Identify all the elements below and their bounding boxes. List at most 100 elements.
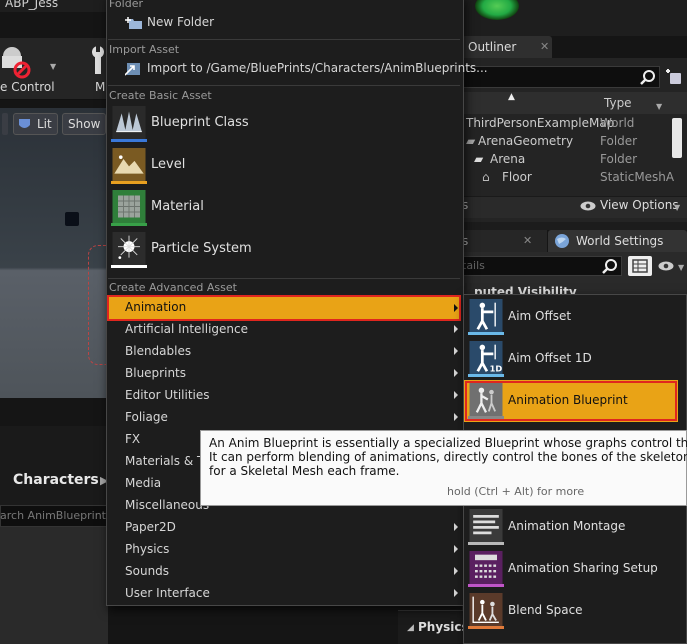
foliage-menu-item[interactable]: Foliage (108, 407, 460, 429)
folder-icon: ▰ (466, 134, 476, 148)
outliner-row-type: StaticMeshA (600, 170, 675, 184)
physics-menu-item[interactable]: Physics (108, 539, 460, 561)
material-menu-item[interactable]: Material (108, 188, 460, 230)
particle-system-label: Particle System (151, 241, 252, 256)
outliner-column-header (462, 92, 687, 114)
paper2d-menu-item[interactable]: Paper2D (108, 517, 460, 539)
animation-montage-icon (468, 509, 504, 545)
tooltip-description: An Anim Blueprint is essentially a speci… (209, 436, 687, 478)
physics-label: Physics (125, 542, 170, 556)
animation-label: Animation (125, 300, 187, 314)
blueprint-class-label: Blueprint Class (151, 115, 249, 130)
new-folder-menu-item[interactable]: New Folder (108, 12, 460, 34)
content-browser-path-item[interactable]: Characters (13, 472, 99, 488)
animation-menu-item[interactable]: Animation (107, 295, 461, 321)
blendables-label: Blendables (125, 344, 192, 358)
particle-system-menu-item[interactable]: Particle System (108, 230, 460, 272)
details-search-input[interactable] (462, 256, 622, 276)
outliner-search-input[interactable] (462, 66, 660, 88)
outliner-row[interactable]: ▰ Arena Folder (462, 151, 672, 169)
chevron-right-icon (454, 413, 458, 421)
property-matrix-icon[interactable] (628, 256, 652, 276)
blueprint-class-icon (111, 106, 147, 142)
outliner-tab-label: Outliner (468, 40, 517, 54)
sounds-menu-item[interactable]: Sounds (108, 561, 460, 583)
import-item-label: Import to /Game/BluePrints/Characters/An… (147, 61, 488, 75)
sort-ascending-icon[interactable]: ▲ (508, 92, 515, 102)
blendables-menu-item[interactable]: Blendables (108, 341, 460, 363)
aim-offset-1d-menu-item[interactable]: 1D Aim Offset 1D (464, 338, 686, 380)
search-icon[interactable] (602, 258, 618, 274)
chevron-right-icon (454, 589, 458, 597)
chevron-down-icon[interactable]: ▼ (674, 203, 680, 212)
animation-blueprint-label: Animation Blueprint (508, 393, 628, 407)
chevron-right-icon (454, 545, 458, 553)
outliner-row-type: World (600, 116, 635, 130)
outliner-type-column[interactable]: Type (604, 96, 632, 110)
aim-offset-menu-item[interactable]: Aim Offset (464, 296, 686, 338)
viewport-show-label: Show (68, 117, 101, 131)
blend-space-label: Blend Space (508, 603, 583, 617)
outliner-row-name: ThirdPersonExampleMap (466, 116, 615, 130)
svg-text:1D: 1D (490, 363, 503, 373)
import-icon (125, 63, 140, 76)
sounds-label: Sounds (125, 564, 170, 578)
menu-section-import: Import Asset (109, 43, 180, 56)
content-browser-body[interactable] (0, 527, 108, 644)
chevron-down-icon[interactable]: ▼ (50, 62, 56, 71)
chevron-down-icon[interactable]: ▼ (656, 102, 662, 111)
outliner-row[interactable]: ThirdPersonExampleMap World (462, 115, 672, 133)
editor-utilities-menu-item[interactable]: Editor Utilities (108, 385, 460, 407)
close-icon[interactable]: ✕ (540, 40, 549, 53)
blueprints-label: Blueprints (125, 366, 187, 380)
close-icon[interactable]: ✕ (523, 234, 532, 247)
media-label: Media (125, 476, 162, 490)
viewport-mannequin[interactable] (88, 245, 108, 365)
outliner-row-type: Folder (600, 134, 638, 148)
view-options-button[interactable]: View Options (600, 198, 679, 212)
outliner-row-name: ArenaGeometry (478, 134, 574, 148)
blueprint-class-menu-item[interactable]: Blueprint Class (108, 104, 460, 146)
material-label: Material (151, 199, 204, 214)
add-actor-icon[interactable] (664, 68, 682, 86)
aim-offset-icon (468, 299, 504, 335)
user-interface-menu-item[interactable]: User Interface (108, 583, 460, 605)
outliner-row[interactable]: ▰ ArenaGeometry Folder (462, 133, 672, 151)
new-folder-label: New Folder (147, 15, 215, 29)
level-menu-item[interactable]: Level (108, 146, 460, 188)
animation-sharing-setup-menu-item[interactable]: Animation Sharing Setup (464, 548, 686, 590)
expand-arrow-icon[interactable]: ◢ (407, 623, 414, 633)
chevron-down-icon[interactable]: ▼ (678, 263, 684, 272)
source-control-button[interactable]: e Control (0, 80, 55, 94)
aim-offset-1d-icon: 1D (468, 341, 504, 377)
animation-montage-menu-item[interactable]: Animation Montage (464, 506, 686, 548)
artificial-intelligence-menu-item[interactable]: Artificial Intelligence (108, 319, 460, 341)
menu-section-advanced: Create Advanced Asset (109, 281, 237, 294)
search-icon[interactable] (640, 69, 656, 85)
aim-offset-label: Aim Offset (508, 309, 572, 323)
menu-separator (108, 85, 460, 86)
import-menu-item[interactable]: Import to /Game/BluePrints/Characters/An… (108, 58, 488, 80)
source-control-icon[interactable] (0, 42, 34, 80)
asset-tab-title[interactable]: ABP_Jess (5, 0, 58, 10)
tab-details[interactable] (462, 230, 547, 252)
outliner-row[interactable]: ⌂ Floor StaticMeshA (462, 169, 675, 187)
details-tab-strip (462, 222, 687, 230)
blueprints-menu-item[interactable]: Blueprints (108, 363, 460, 385)
folder-icon: ▰ (474, 152, 484, 166)
viewport-actor-icon[interactable] (65, 212, 79, 226)
level-label: Level (151, 157, 186, 172)
eye-icon[interactable] (658, 260, 674, 272)
blend-space-menu-item[interactable]: Blend Space (464, 590, 686, 632)
animation-blueprint-menu-item[interactable]: Animation Blueprint (464, 380, 678, 422)
wrench-icon[interactable] (90, 46, 106, 76)
toolbar-next-button[interactable]: M (95, 80, 105, 94)
viewport-perspective-button[interactable] (2, 113, 8, 135)
outliner-scrollbar[interactable] (672, 118, 682, 158)
material-icon (111, 190, 147, 226)
blend-space-icon (468, 593, 504, 629)
aim-offset-1d-label: Aim Offset 1D (508, 351, 592, 365)
physics-category-label: Physics (418, 620, 469, 634)
user-interface-label: User Interface (125, 586, 210, 600)
eye-icon[interactable] (580, 200, 596, 212)
